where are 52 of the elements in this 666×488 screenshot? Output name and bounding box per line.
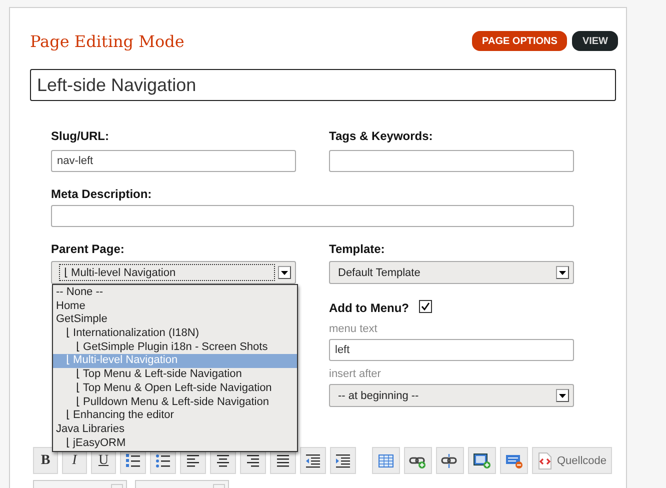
html-button[interactable] — [500, 447, 528, 474]
unlink-icon — [441, 452, 459, 468]
field-label: insert after — [329, 368, 382, 380]
field-label: Slug/URL: — [51, 129, 110, 144]
menu-text-field[interactable]: left — [329, 339, 574, 361]
meta-description-field[interactable] — [51, 205, 574, 227]
dropdown-option[interactable]: ⌊ Internationalization (I18N) — [53, 327, 297, 341]
parent-page-select[interactable]: ⌊ Multi-level Navigation — [51, 261, 296, 284]
image-button[interactable] — [468, 447, 496, 474]
page-heading: Page Editing Mode — [30, 32, 184, 50]
field-label: Tags & Keywords: — [329, 129, 434, 144]
checkbox[interactable] — [418, 300, 432, 313]
dropdown-option[interactable]: ⌊ Enhancing the editor — [53, 409, 297, 423]
slug-field[interactable]: nav-left — [51, 150, 296, 172]
dropdown-option[interactable]: Home — [53, 300, 297, 314]
table-button[interactable] — [372, 447, 400, 474]
page-options-button[interactable]: PAGE OPTIONS — [472, 31, 568, 51]
indent-button[interactable] — [330, 447, 356, 474]
field-label: Meta Description: — [51, 187, 153, 202]
tags-field[interactable] — [329, 150, 574, 172]
field-label: Template: — [329, 242, 386, 257]
align-icon — [245, 454, 261, 468]
dropdown-option[interactable]: ⌊ GetSimple Plugin i18n - Screen Shots — [53, 340, 297, 354]
field-label: menu text — [329, 323, 378, 335]
indent-icon — [335, 454, 351, 468]
dropdown-option[interactable]: ⌊ Top Menu & Left-side Navigation — [53, 368, 297, 382]
source-button[interactable]: Quellcode — [532, 447, 612, 474]
code-icon — [537, 452, 553, 470]
dropdown-option[interactable]: GetSimple — [53, 313, 297, 328]
link-button[interactable] — [404, 447, 432, 474]
dropdown-option[interactable]: ⌊ Pulldown Menu & Left-side Navigation — [53, 396, 297, 410]
bullet-list-icon — [155, 454, 171, 468]
outdent-button[interactable] — [300, 447, 326, 474]
view-button[interactable]: VIEW — [572, 31, 618, 51]
field-label: Add to Menu? — [329, 301, 409, 316]
align-icon — [275, 454, 291, 468]
align-icon — [185, 454, 201, 468]
numbered-list-icon — [125, 454, 141, 468]
title-field[interactable]: Left-side Navigation — [30, 69, 616, 101]
template-select[interactable]: Default Template — [329, 261, 574, 284]
image-icon — [473, 452, 491, 468]
unlink-button[interactable] — [436, 447, 464, 474]
dropdown-option[interactable]: ⌊ Top Menu & Open Left-side Navigation — [53, 382, 297, 396]
insert-after-select[interactable]: -- at beginning -- — [329, 384, 574, 407]
table-icon — [377, 452, 395, 468]
dropdown-option[interactable]: Java Libraries — [53, 422, 297, 437]
outdent-icon — [305, 454, 321, 468]
align-icon — [215, 454, 231, 468]
field-label: Parent Page: — [51, 242, 126, 257]
bold-button[interactable]: B — [33, 447, 58, 474]
dropdown-option[interactable]: -- None -- — [53, 286, 297, 300]
html-icon — [505, 452, 523, 468]
